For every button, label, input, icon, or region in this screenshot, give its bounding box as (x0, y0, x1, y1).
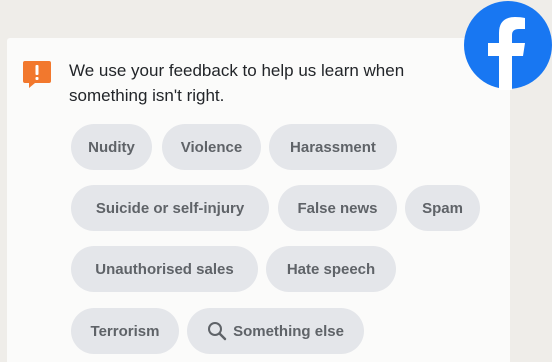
feedback-message: We use your feedback to help us learn wh… (69, 61, 405, 105)
category-something-else-button[interactable]: Something else (187, 308, 364, 354)
category-violence-button[interactable]: Violence (162, 124, 261, 170)
category-something-else-label: Something else (233, 322, 344, 340)
alert-speech-bubble-icon (23, 61, 51, 88)
category-suicide-or-self-injury-button[interactable]: Suicide or self-injury (71, 185, 269, 231)
category-hate-speech-button[interactable]: Hate speech (266, 246, 396, 292)
report-feedback-screen: We use your feedback to help us learn wh… (0, 0, 552, 362)
category-nudity-button[interactable]: Nudity (71, 124, 152, 170)
category-unauthorised-sales-button[interactable]: Unauthorised sales (71, 246, 258, 292)
category-spam-button[interactable]: Spam (405, 185, 480, 231)
category-harassment-button[interactable]: Harassment (269, 124, 397, 170)
feedback-card: We use your feedback to help us learn wh… (7, 38, 510, 362)
category-false-news-button[interactable]: False news (278, 185, 397, 231)
feedback-notice: We use your feedback to help us learn wh… (22, 58, 472, 108)
search-icon (208, 322, 227, 341)
report-category-list: Nudity Violence Harassment Suicide or se… (71, 124, 501, 354)
category-terrorism-button[interactable]: Terrorism (71, 308, 179, 354)
facebook-logo-icon (464, 1, 552, 90)
